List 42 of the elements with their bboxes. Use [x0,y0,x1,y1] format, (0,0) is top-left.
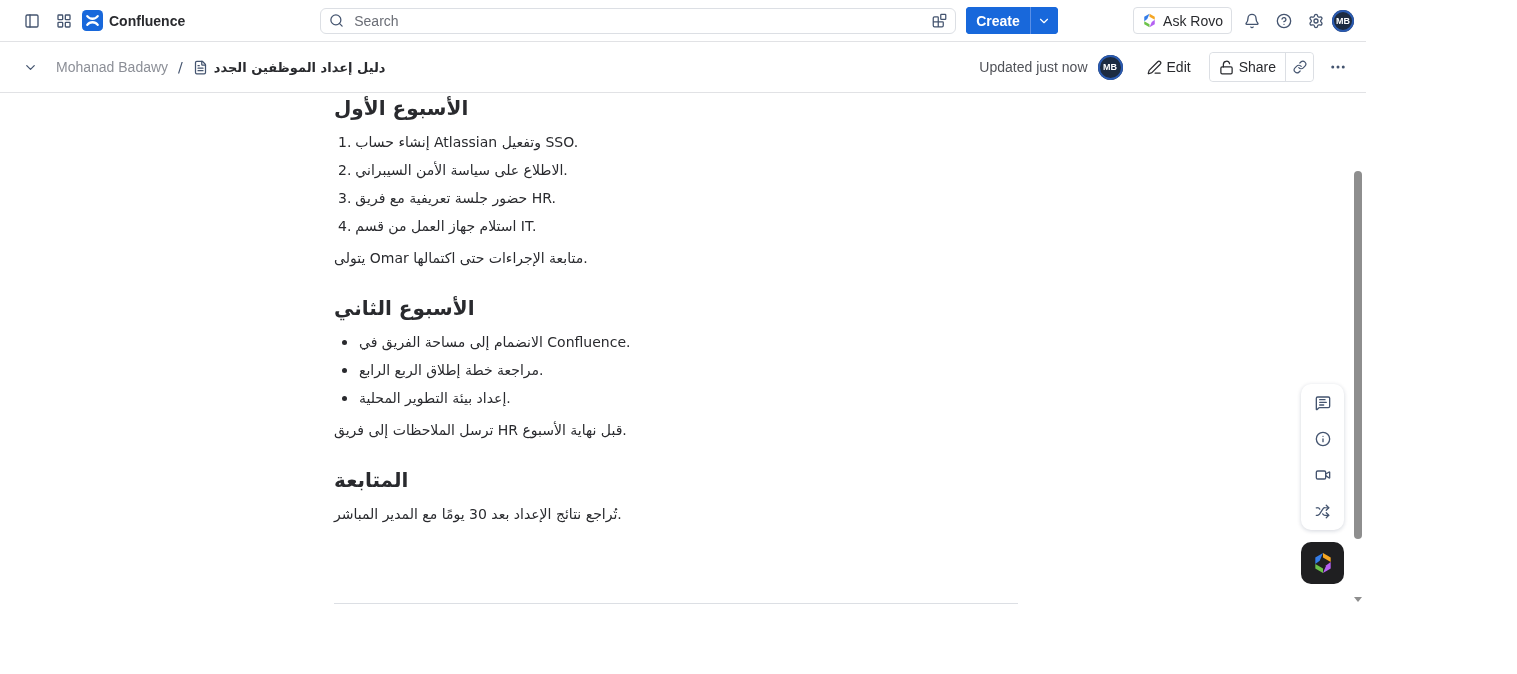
list-number: 2. [338,161,352,180]
paragraph: ترسل الملاحظات إلى فريق HR قبل نهاية الأسبوع. [334,420,628,441]
author-avatar[interactable]: MB [1097,54,1123,80]
rovo-button[interactable] [1301,542,1344,584]
list-item: الاطلاع على سياسة الأمن السيبراني. [355,160,568,181]
page-title[interactable]: دليل إعداد الموظفين الجدد [213,59,386,75]
section-heading: الأسبوع الأول [334,95,470,122]
search-field[interactable]: Search [320,7,957,34]
scrollbar-thumb[interactable] [1354,171,1362,539]
confluence-logo-icon[interactable] [82,10,103,31]
edit-button[interactable]: Edit [1140,58,1197,76]
user-avatar[interactable]: MB [1332,9,1354,32]
list-item: إعداد بيئة التطوير المحلية. [359,389,511,409]
rovo-logo-icon [1142,13,1158,28]
paragraph: تُراجع نتائج الإعداد بعد 30 يومًا مع المدير المباشر. [334,505,623,525]
scroll-down-icon[interactable] [1354,597,1362,602]
bullet-icon [342,367,347,373]
list-item: حضور جلسة تعريفية مع فريق HR. [355,189,556,209]
breadcrumb-separator: / [178,59,183,75]
ask-rovo-button[interactable]: Ask Rovo [1133,7,1232,34]
list-number: 3. [338,189,352,208]
bullet-icon [342,395,347,401]
lock-icon [1218,59,1234,75]
create-menu-button[interactable] [1029,7,1058,34]
updated-status: Updated just now [979,59,1088,75]
paragraph: يتولى Omar متابعة الإجراءات حتى اكتمالها. [334,249,589,269]
list-item: استلام جهاز العمل من قسم IT. [355,217,537,237]
list-item: مراجعة خطة إطلاق الربع الرابع. [359,361,544,381]
section-heading: المتابعة [334,467,410,494]
pencil-icon [1146,59,1162,75]
app-name[interactable]: Confluence [109,12,186,29]
bullet-icon [342,339,347,345]
section-heading: الأسبوع الثاني [334,295,476,323]
list-number: 4. [338,217,352,236]
list-item: الانضمام إلى مساحة الفريق في Confluence. [359,333,631,353]
search-icon [329,13,345,28]
copy-link-button[interactable] [1285,53,1313,81]
list-item: إنشاء حساب Atlassian وتفعيل SSO. [355,133,579,153]
page-icon [192,59,208,75]
apps-plus-icon[interactable] [932,13,948,28]
link-icon [1292,60,1307,74]
list-number: 1. [338,133,352,152]
